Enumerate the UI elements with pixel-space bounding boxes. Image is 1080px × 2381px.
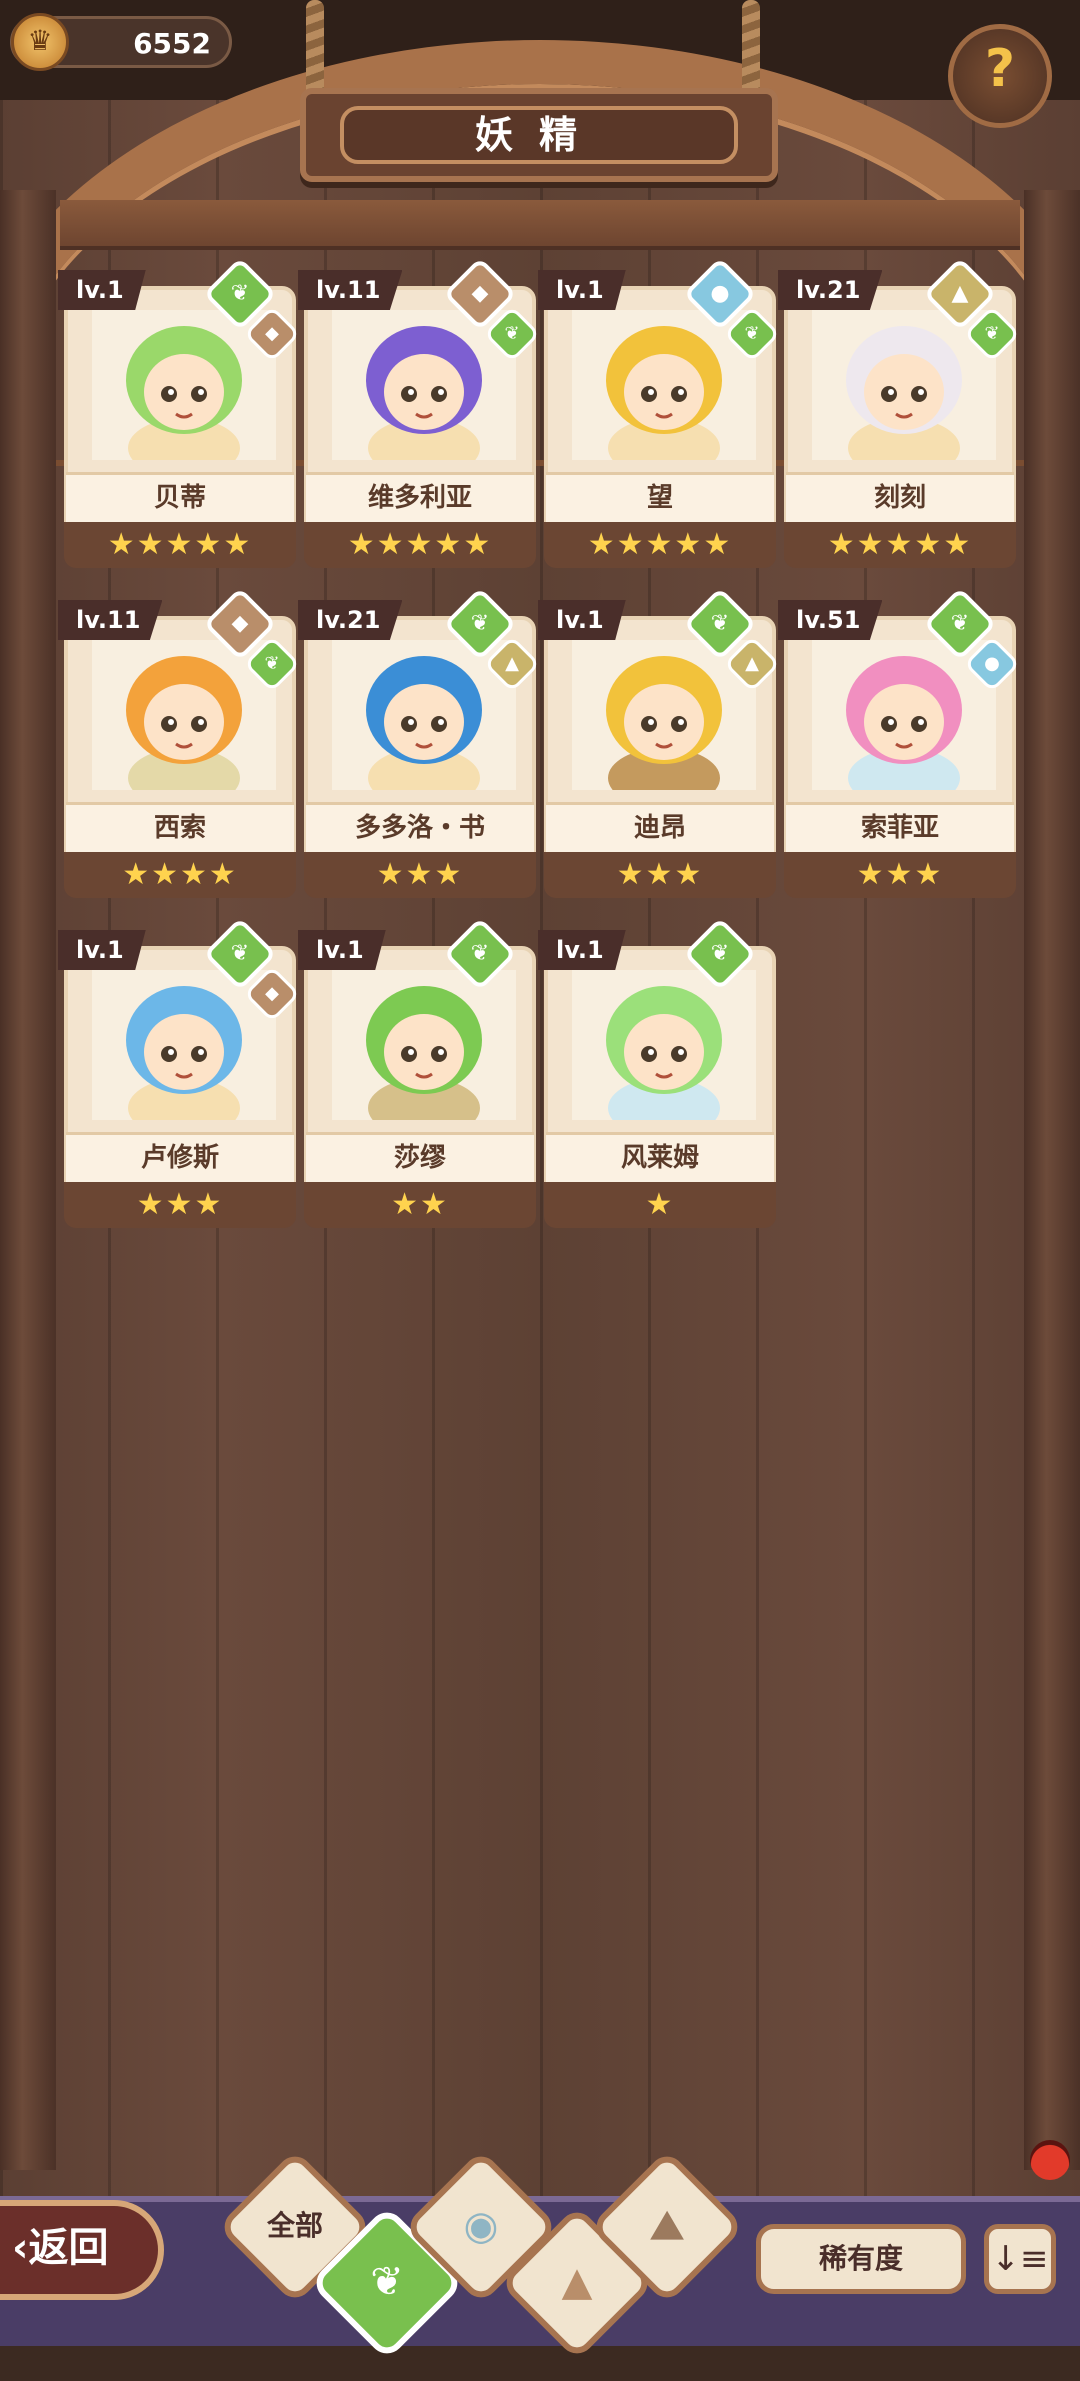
fairy-card[interactable]: 莎缪 ★★ lv.1 ❦ xyxy=(298,917,536,1230)
fairy-portrait xyxy=(332,970,516,1120)
fairy-name: 卢修斯 xyxy=(66,1132,294,1186)
coin-counter[interactable]: ♛ 6552 xyxy=(10,13,232,71)
fairy-card[interactable]: 望 ★★★★★ lv.1 ● ❦ xyxy=(538,257,781,570)
level-badge: lv.11 xyxy=(58,600,163,640)
fairy-card[interactable]: 维多利亚 ★★★★★ lv.11 ◆ ❦ xyxy=(298,257,541,570)
back-label: 返回 xyxy=(28,2225,109,2271)
fairy-name: 多多洛・书 xyxy=(306,802,534,856)
mountain-icon: ⛰ xyxy=(650,2203,684,2249)
star-rating: ★★★★★ xyxy=(544,522,776,568)
level-badge: lv.1 xyxy=(58,930,146,970)
header-strip xyxy=(60,200,1020,250)
star-rating: ★ xyxy=(544,1182,776,1228)
page-title: 妖精 xyxy=(340,106,738,164)
fairy-name: 维多利亚 xyxy=(306,472,534,526)
help-button[interactable]: ? xyxy=(948,24,1052,128)
fairy-name: 迪昂 xyxy=(546,802,774,856)
fairy-card[interactable]: 风莱姆 ★ lv.1 ❦ xyxy=(538,917,776,1230)
frame-right xyxy=(1024,190,1080,2170)
fairy-card[interactable]: 迪昂 ★★★ lv.1 ❦ ▲ xyxy=(538,587,781,900)
coin-value: 6552 xyxy=(133,27,211,60)
star-rating: ★★★★ xyxy=(64,852,296,898)
grass-sprout-icon: ❦ xyxy=(370,2259,404,2305)
level-badge: lv.21 xyxy=(298,600,403,640)
fairy-card[interactable]: 西索 ★★★★ lv.11 ◆ ❦ xyxy=(58,587,301,900)
fairy-card[interactable]: 刻刻 ★★★★★ lv.21 ▲ ❦ xyxy=(778,257,1021,570)
fairy-name: 贝蒂 xyxy=(66,472,294,526)
sort-order-button[interactable]: ↓≡ xyxy=(984,2224,1056,2294)
fairy-card[interactable]: 贝蒂 ★★★★★ lv.1 ❦ ◆ xyxy=(58,257,301,570)
level-badge: lv.11 xyxy=(298,270,403,310)
fairy-card[interactable]: 多多洛・书 ★★★ lv.21 ❦ ▲ xyxy=(298,587,541,900)
fairy-card[interactable]: 索菲亚 ★★★ lv.51 ❦ ● xyxy=(778,587,1021,900)
star-rating: ★★★ xyxy=(64,1182,296,1228)
level-badge: lv.1 xyxy=(538,270,626,310)
fairy-portrait xyxy=(572,970,756,1120)
level-badge: lv.1 xyxy=(298,930,386,970)
fairy-name: 望 xyxy=(546,472,774,526)
chevron-left-icon: ‹ xyxy=(12,2225,29,2271)
star-rating: ★★★★★ xyxy=(784,522,1016,568)
fairy-name: 索菲亚 xyxy=(786,802,1014,856)
fairy-name: 西索 xyxy=(66,802,294,856)
star-rating: ★★★★★ xyxy=(64,522,296,568)
rarity-sort-button[interactable]: 稀有度 xyxy=(756,2224,966,2294)
title-sign: 妖精 xyxy=(300,88,778,182)
star-rating: ★★★ xyxy=(304,852,536,898)
level-badge: lv.21 xyxy=(778,270,883,310)
fairy-name: 风莱姆 xyxy=(546,1132,774,1186)
fairy-name: 刻刻 xyxy=(786,472,1014,526)
level-badge: lv.1 xyxy=(538,600,626,640)
back-button[interactable]: ‹返回 xyxy=(0,2200,164,2300)
level-badge: lv.1 xyxy=(538,930,626,970)
ladybug-icon[interactable] xyxy=(1030,2140,1070,2180)
water-drop-icon: ◉ xyxy=(463,2203,499,2249)
coin-icon: ♛ xyxy=(11,13,69,71)
frame-left xyxy=(0,190,56,2170)
level-badge: lv.51 xyxy=(778,600,883,640)
question-icon: ? xyxy=(984,39,1016,99)
level-badge: lv.1 xyxy=(58,270,146,310)
star-rating: ★★★ xyxy=(784,852,1016,898)
fairy-name: 莎缪 xyxy=(306,1132,534,1186)
star-rating: ★★★ xyxy=(544,852,776,898)
star-rating: ★★ xyxy=(304,1182,536,1228)
fairy-card[interactable]: 卢修斯 ★★★ lv.1 ❦ ◆ xyxy=(58,917,301,1230)
star-rating: ★★★★★ xyxy=(304,522,536,568)
sort-icon: ↓≡ xyxy=(991,2239,1049,2279)
